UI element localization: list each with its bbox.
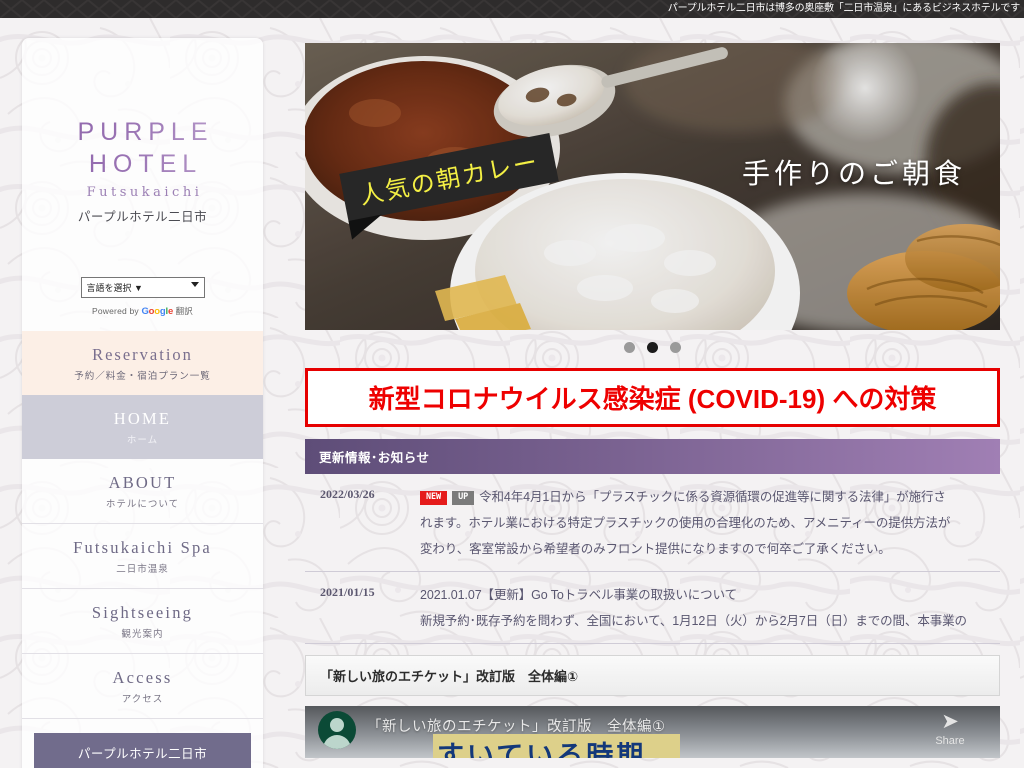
share-icon: ➤: [941, 710, 959, 733]
sidebar-item-access-en: Access: [112, 668, 173, 687]
news-row-line: 2021.01.07【更新】Go Toトラベル事業の取扱いについて: [420, 588, 738, 602]
sidebar-item-spa-jp: 二日市温泉: [116, 564, 169, 575]
hero-dot-2[interactable]: [647, 341, 658, 353]
news-row[interactable]: 2021/01/15 2021.01.07【更新】Go Toトラベル事業の取扱い…: [305, 572, 1000, 644]
sidebar-item-reservation[interactable]: Reservation 予約／料金・宿泊プラン一覧: [22, 331, 263, 395]
covid-banner-label: 新型コロナウイルス感染症 (COVID-19) への対策: [368, 384, 937, 414]
translate-credit-prefix: Powered by: [92, 306, 139, 316]
site-logo[interactable]: PURPLE HOTEL Futsukaichi パープルホテル二日市: [22, 38, 263, 225]
avatar-head-shape: [330, 718, 344, 732]
news-section: 更新情報･お知らせ 2022/03/26 NEW UP 令和4年4月1日から「プラス…: [305, 439, 1000, 644]
video-player-title[interactable]: 「新しい旅のエチケット」改訂版 全体編①: [367, 715, 666, 736]
translate-credit-suffix: 翻訳: [175, 306, 193, 316]
covid-banner[interactable]: 新型コロナウイルス感染症 (COVID-19) への対策: [305, 368, 1000, 427]
share-button[interactable]: ➤ Share: [922, 711, 978, 748]
hero-pagination-dots: [305, 330, 1000, 364]
news-row-line-text: 令和4年4月1日から「プラスチックに係る資源循環の促進等に関する法律」が施行さ: [479, 490, 946, 504]
hero-dot-3[interactable]: [670, 341, 681, 353]
sidebar-item-home[interactable]: HOME ホーム: [22, 395, 263, 459]
sidebar-item-home-en: HOME: [113, 409, 172, 428]
sidebar: PURPLE HOTEL Futsukaichi パープルホテル二日市 言語を選…: [22, 38, 263, 768]
badge-new: NEW: [420, 491, 448, 505]
news-row-line: 新規予約･既存予約を問わず、全国において、1月12日（火）から2月7日（日）まで…: [420, 614, 967, 628]
news-row-line: 変わり、客室常設から希望者のみフロント提供になりますので何卒ご了承ください。: [420, 542, 891, 556]
sidebar-item-about-en: ABOUT: [108, 473, 177, 492]
sidebar-item-home-jp: ホーム: [126, 435, 159, 446]
topbar-text: パープルホテル二日市は博多の奥座敷「二日市温泉」にあるビジネスホテルです: [667, 3, 1020, 14]
language-select[interactable]: 言語を選択 ▼: [80, 277, 205, 298]
share-label: Share: [935, 735, 965, 747]
channel-avatar[interactable]: [318, 711, 356, 749]
hero-dot-1[interactable]: [624, 341, 635, 353]
google-logo: Google: [141, 306, 174, 317]
sidebar-item-sightseeing[interactable]: Sightseeing 観光案内: [22, 589, 263, 654]
news-row[interactable]: 2022/03/26 NEW UP 令和4年4月1日から「プラスチックに係る資源循環…: [305, 474, 1000, 572]
news-row-date: 2021/01/15: [320, 585, 375, 599]
sidebar-item-sightseeing-en: Sightseeing: [91, 603, 194, 622]
sidebar-item-access[interactable]: Access アクセス: [22, 654, 263, 719]
main-navigation: Reservation 予約／料金・宿泊プラン一覧 HOME ホーム ABOUT…: [22, 331, 263, 719]
sidebar-item-reservation-en: Reservation: [92, 345, 193, 364]
sidebar-item-about[interactable]: ABOUT ホテルについて: [22, 459, 263, 524]
news-row-line: NEW UP 令和4年4月1日から「プラスチックに係る資源循環の促進等に関する法律」…: [420, 484, 994, 510]
sidebar-cta-button[interactable]: パープルホテル二日市: [34, 733, 251, 768]
language-select-wrap[interactable]: 言語を選択 ▼: [80, 277, 205, 298]
video-subtitle-caption: すいている時期、: [433, 734, 681, 758]
avatar-body-shape: [323, 735, 351, 749]
logo-japanese-name: パープルホテル二日市: [77, 210, 208, 224]
news-row-date: 2022/03/26: [320, 487, 375, 501]
google-translate-widget: 言語を選択 ▼ Powered by Google 翻訳: [22, 277, 263, 317]
logo-script-futsukaichi: Futsukaichi: [86, 185, 203, 200]
sidebar-item-sightseeing-jp: 観光案内: [121, 629, 164, 640]
translate-credit: Powered by Google 翻訳: [22, 305, 263, 317]
logo-line-hotel: HOTEL: [22, 148, 263, 180]
hero-slider[interactable]: 人気の朝カレー 手作りのご朝食: [305, 43, 1000, 330]
logo-line-purple: PURPLE: [22, 116, 263, 148]
news-section-header: 更新情報･お知らせ: [305, 439, 1000, 474]
video-title-bar: 「新しい旅のエチケット」改訂版 全体編①: [305, 655, 1000, 696]
top-announcement-bar: パープルホテル二日市は博多の奥座敷「二日市温泉」にあるビジネスホテルです: [0, 0, 1024, 18]
main-content: 人気の朝カレー 手作りのご朝食 新型コロナウイルス感染症 (COVID-19) …: [305, 43, 1000, 758]
news-row-body: NEW UP 令和4年4月1日から「プラスチックに係る資源循環の促進等に関する法律」…: [420, 484, 1000, 562]
sidebar-item-spa-en: Futsukaichi Spa: [73, 538, 212, 557]
sidebar-item-about-jp: ホテルについて: [105, 499, 180, 510]
sidebar-item-futsukaichi-spa[interactable]: Futsukaichi Spa 二日市温泉: [22, 524, 263, 589]
youtube-embed-player[interactable]: 「新しい旅のエチケット」改訂版 全体編① ➤ Share すいている時期、: [305, 706, 1000, 758]
sidebar-item-access-jp: アクセス: [121, 694, 164, 705]
sidebar-item-reservation-jp: 予約／料金・宿泊プラン一覧: [74, 371, 211, 382]
news-row-body: 2021.01.07【更新】Go Toトラベル事業の取扱いについて 新規予約･既…: [420, 582, 1000, 634]
news-row-line: れます。ホテル業における特定プラスチックの使用の合理化のため、アメニティーの提供…: [420, 516, 951, 530]
hero-caption: 手作りのご朝食: [741, 158, 966, 189]
badge-up: UP: [452, 491, 475, 505]
